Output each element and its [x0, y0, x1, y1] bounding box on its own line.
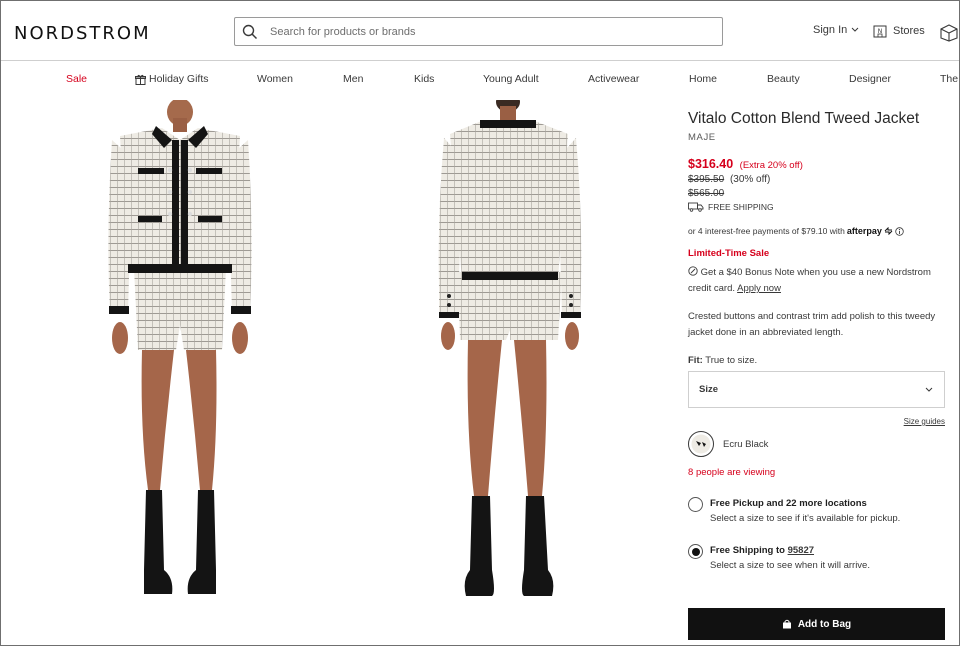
price-was-row: $395.50 (30% off) — [688, 174, 945, 185]
apply-now-link[interactable]: Apply now — [737, 283, 781, 294]
viewing-number: 8 — [688, 467, 694, 478]
category-nav: Sale Holiday Gifts Women Men Kids Young … — [0, 61, 960, 97]
nav-item-label: Holiday Gifts — [149, 73, 209, 85]
nav-item-men[interactable]: Men — [343, 73, 363, 85]
nordstrom-logo[interactable]: NORDSTROM — [14, 23, 151, 44]
nav-item-the[interactable]: The — [940, 73, 958, 85]
pickup-subtext: Select a size to see if it's available f… — [710, 513, 901, 524]
viewing-text: people are viewing — [695, 467, 776, 478]
shipping-radio[interactable] — [688, 544, 703, 559]
chevron-down-icon — [851, 27, 859, 32]
afterpay-arrows-icon — [884, 227, 893, 235]
sale-price: $316.40 — [688, 157, 734, 171]
chevron-down-icon — [925, 387, 933, 392]
was-discount: (30% off) — [729, 174, 771, 185]
size-dropdown-label: Size — [699, 384, 719, 395]
site-header: NORDSTROM Sign In N Stores — [0, 0, 960, 61]
shipping-option[interactable]: Free Shipping to 95827 Select a size to … — [688, 543, 945, 573]
size-dropdown[interactable]: Size — [688, 371, 945, 408]
stores-label: Stores — [893, 25, 925, 37]
fit-label: Fit: — [688, 355, 703, 366]
nav-item-kids[interactable]: Kids — [414, 73, 434, 85]
color-name: Ecru Black — [723, 438, 769, 450]
swatch-thumbnail — [691, 434, 711, 454]
fit-info: Fit: True to size. — [688, 355, 945, 366]
nav-item-home[interactable]: Home — [689, 73, 717, 85]
product-description: Crested buttons and contrast trim add po… — [688, 311, 936, 338]
viewing-count: 8 people are viewing — [688, 467, 945, 478]
fit-value: True to size. — [705, 355, 758, 366]
nav-item-activewear[interactable]: Activewear — [588, 73, 639, 85]
search-input[interactable] — [270, 25, 690, 38]
shipping-heading: Free Shipping to 95827 — [710, 543, 870, 558]
sign-in-menu[interactable]: Sign In — [813, 24, 860, 36]
product-title: Vitalo Cotton Blend Tweed Jacket — [688, 110, 920, 127]
size-guides-row: Size guides — [688, 417, 945, 426]
bonus-note-icon — [688, 266, 698, 276]
pickup-option[interactable]: Free Pickup and 22 more locations Select… — [688, 496, 945, 526]
product-brand[interactable]: MAJE — [688, 132, 945, 143]
add-to-bag-label: Add to Bag — [797, 618, 852, 630]
nav-item-designer[interactable]: Designer — [849, 73, 891, 85]
extra-discount: (Extra 20% off) — [739, 160, 803, 171]
truck-icon — [688, 202, 704, 212]
free-shipping-label: FREE SHIPPING — [708, 202, 774, 212]
store-icon: N — [873, 25, 887, 38]
afterpay-row: or 4 interest-free payments of $79.10 wi… — [688, 226, 945, 236]
nav-item-women[interactable]: Women — [257, 73, 293, 85]
free-shipping-badge: FREE SHIPPING — [688, 202, 945, 212]
bag-icon — [782, 619, 791, 629]
bonus-note-text: Get a $40 Bonus Note when you use a new … — [688, 267, 931, 294]
price-current-row: $316.40 (Extra 20% off) — [688, 157, 945, 171]
search-bar[interactable] — [234, 17, 723, 46]
size-guides-link[interactable]: Size guides — [904, 417, 945, 426]
product-info-panel: Vitalo Cotton Blend Tweed Jacket MAJE $3… — [688, 108, 945, 573]
add-to-bag-button[interactable]: Add to Bag — [688, 608, 945, 640]
nav-item-sale[interactable]: Sale — [66, 73, 87, 85]
original-price: $565.00 — [688, 188, 725, 199]
afterpay-logo[interactable]: afterpay — [847, 226, 882, 236]
info-icon[interactable] — [895, 226, 904, 236]
pickup-heading: Free Pickup and 22 more locations — [710, 498, 867, 509]
product-image-front[interactable] — [100, 100, 260, 610]
nav-item-holiday-gifts[interactable]: Holiday Gifts — [135, 73, 209, 85]
shopping-bag-icon[interactable] — [940, 24, 958, 42]
product-image-back[interactable] — [430, 100, 590, 610]
was-price: $395.50 — [688, 174, 725, 185]
nav-item-young-adult[interactable]: Young Adult — [483, 73, 539, 85]
color-swatch-ecru-black[interactable] — [688, 431, 714, 457]
search-icon — [242, 24, 258, 39]
stores-link[interactable]: N Stores — [873, 24, 925, 38]
shipping-subtext: Select a size to see when it will arrive… — [710, 560, 870, 571]
shipping-zip-link[interactable]: 95827 — [788, 545, 814, 556]
limited-time-sale-label: Limited-Time Sale — [688, 248, 770, 259]
pickup-radio[interactable] — [688, 497, 703, 512]
price-original-row: $565.00 — [688, 188, 945, 199]
color-selector: Ecru Black — [688, 431, 945, 457]
nav-item-beauty[interactable]: Beauty — [767, 73, 800, 85]
radio-selected-dot — [691, 547, 700, 556]
afterpay-text: or 4 interest-free payments of $79.10 wi… — [688, 226, 845, 236]
gift-icon — [135, 74, 146, 85]
bonus-note-promo: Get a $40 Bonus Note when you use a new … — [688, 265, 945, 297]
shipping-heading-text: Free Shipping to — [710, 545, 785, 556]
sign-in-label: Sign In — [813, 24, 848, 36]
